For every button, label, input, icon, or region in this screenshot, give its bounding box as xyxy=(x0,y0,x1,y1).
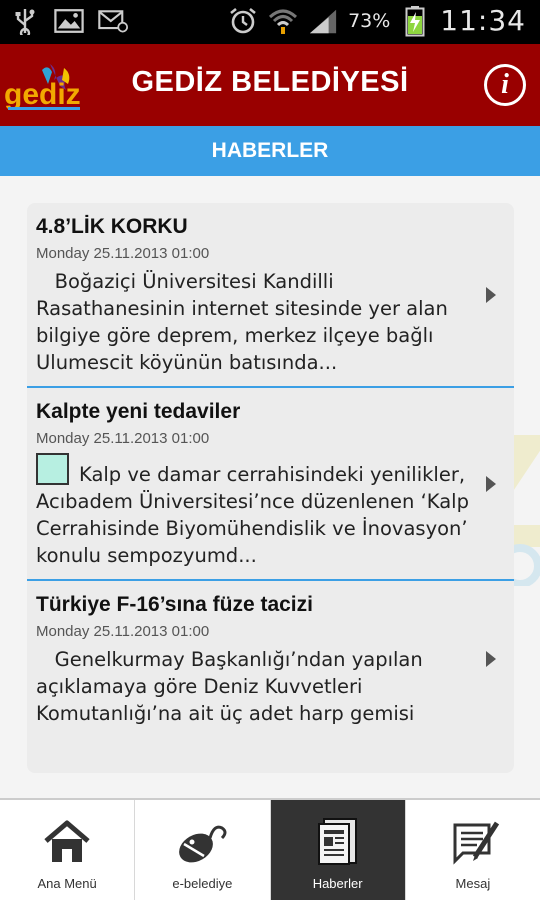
nav-haberler[interactable]: Haberler xyxy=(270,800,406,900)
clock: 11:34 xyxy=(440,4,526,37)
nav-label: e-belediye xyxy=(172,876,233,891)
news-item[interactable]: Kalpte yeni tedaviler Monday 25.11.2013 … xyxy=(27,388,514,581)
wifi-icon xyxy=(268,6,298,36)
news-item[interactable]: Türkiye F-16’sına füze tacizi Monday 25.… xyxy=(27,581,514,737)
nav-label: Ana Menü xyxy=(37,876,97,891)
battery-percent: 73% xyxy=(348,9,391,32)
nav-e-belediye[interactable]: e-belediye xyxy=(135,800,271,900)
chevron-right-icon xyxy=(486,475,496,492)
home-icon xyxy=(39,816,95,868)
alarm-icon xyxy=(228,6,258,36)
nav-label: Haberler xyxy=(312,876,363,891)
news-excerpt-text: Boğaziçi Üniversitesi Kandilli Rasathane… xyxy=(36,270,448,374)
info-icon: i xyxy=(501,69,509,100)
news-date: Monday 25.11.2013 01:00 xyxy=(36,430,210,447)
news-thumbnail xyxy=(36,453,69,485)
section-header: HABERLER xyxy=(0,126,540,176)
email-icon xyxy=(98,6,128,36)
newspaper-icon xyxy=(310,816,366,868)
news-title: Kalpte yeni tedaviler xyxy=(36,400,241,423)
usb-icon xyxy=(10,6,40,36)
news-excerpt: Kalp ve damar cerrahisindeki yenilikler,… xyxy=(36,453,474,569)
message-icon xyxy=(445,816,501,868)
news-title: Türkiye F-16’sına füze tacizi xyxy=(36,593,313,616)
status-bar: 73% 11:34 xyxy=(0,0,540,44)
news-excerpt: Genelkurmay Başkanlığı’ndan yapılan açık… xyxy=(36,646,474,727)
news-excerpt-text: Genelkurmay Başkanlığı’ndan yapılan açık… xyxy=(36,648,423,725)
chevron-right-icon xyxy=(486,286,496,303)
section-title: HABERLER xyxy=(211,139,329,162)
nav-ana-menu[interactable]: Ana Menü xyxy=(0,800,136,900)
notification-icons xyxy=(10,6,128,36)
nav-label: Mesaj xyxy=(455,876,491,891)
news-title: 4.8’LİK KORKU xyxy=(36,215,188,238)
news-excerpt-text: Kalp ve damar cerrahisindeki yenilikler,… xyxy=(36,463,469,567)
news-date: Monday 25.11.2013 01:00 xyxy=(36,245,210,262)
nav-mesaj[interactable]: Mesaj xyxy=(406,800,540,900)
app-title: GEDİZ BELEDİYESİ xyxy=(131,66,409,98)
signal-icon xyxy=(308,6,338,36)
news-list: 4.8’LİK KORKU Monday 25.11.2013 01:00 Bo… xyxy=(27,203,514,773)
system-icons: 73% 11:34 xyxy=(228,4,526,37)
chevron-right-icon xyxy=(486,651,496,667)
bottom-nav: Ana Menü e-belediye Haberler Mesaj xyxy=(0,798,540,900)
battery-charging-icon xyxy=(400,5,430,36)
mouse-icon xyxy=(174,816,230,868)
app-header: gediz GEDİZ BELEDİYESİ i xyxy=(0,44,540,126)
news-item[interactable]: 4.8’LİK KORKU Monday 25.11.2013 01:00 Bo… xyxy=(27,203,514,388)
news-excerpt: Boğaziçi Üniversitesi Kandilli Rasathane… xyxy=(36,268,474,376)
image-icon xyxy=(54,6,84,36)
info-button[interactable]: i xyxy=(484,64,526,106)
news-content: 4.8’LİK KORKU Monday 25.11.2013 01:00 Bo… xyxy=(0,176,540,798)
news-date: Monday 25.11.2013 01:00 xyxy=(36,623,210,640)
